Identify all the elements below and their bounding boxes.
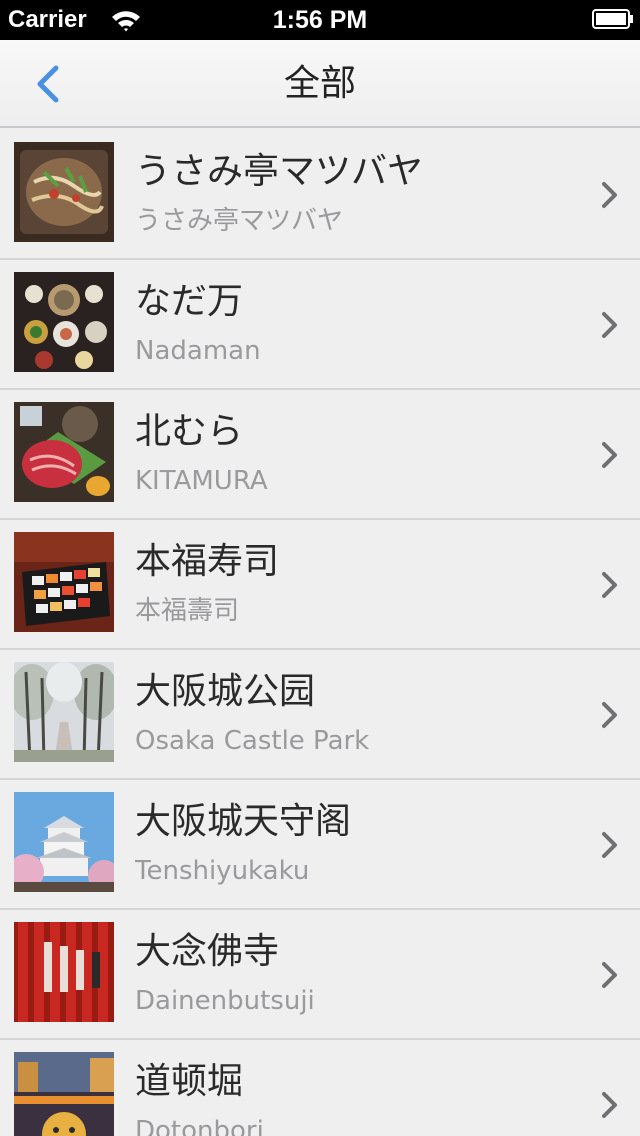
thumbnail-image: [14, 922, 114, 1022]
item-title: 本福寿司: [135, 541, 280, 582]
thumbnail-image: [14, 1052, 114, 1136]
item-title: 大念佛寺: [135, 931, 280, 972]
status-bar: Carrier 1:56 PM: [0, 0, 640, 40]
thumbnail-image: [14, 662, 114, 762]
list-item[interactable]: 大念佛寺 Dainenbutsuji: [0, 910, 640, 1040]
chevron-right-icon: [602, 832, 617, 858]
item-subtitle: Osaka Castle Park: [135, 726, 370, 756]
chevron-right-icon: [602, 312, 617, 338]
item-title: 大阪城天守阁: [135, 801, 352, 842]
list-item[interactable]: 北むら KITAMURA: [0, 390, 640, 520]
chevron-right-icon: [602, 702, 617, 728]
chevron-right-icon: [602, 442, 617, 468]
item-title: 道顿堀: [135, 1061, 244, 1102]
back-button[interactable]: [22, 58, 74, 110]
screen: Carrier 1:56 PM 全部 うさみ亭マツバヤ うさみ亭マツバヤ なだ万…: [0, 0, 640, 1136]
chevron-left-icon: [37, 65, 59, 103]
thumbnail-image: [14, 532, 114, 632]
status-time: 1:56 PM: [272, 6, 368, 34]
chevron-right-icon: [602, 962, 617, 988]
chevron-right-icon: [602, 572, 617, 598]
item-subtitle: Tenshiyukaku: [135, 856, 310, 886]
item-subtitle: KITAMURA: [135, 466, 268, 496]
item-subtitle: うさみ亭マツバヤ: [135, 206, 344, 236]
page-title: 全部: [283, 63, 356, 104]
navigation-bar: 全部: [0, 40, 640, 128]
thumbnail-image: [14, 142, 114, 242]
item-subtitle: Dainenbutsuji: [135, 986, 315, 1016]
list-item[interactable]: 道顿堀 Dotonbori: [0, 1040, 640, 1136]
list-item[interactable]: 大阪城天守阁 Tenshiyukaku: [0, 780, 640, 910]
list-item[interactable]: うさみ亭マツバヤ うさみ亭マツバヤ: [0, 130, 640, 260]
thumbnail-image: [14, 792, 114, 892]
chevron-right-icon: [602, 182, 617, 208]
list-item[interactable]: 本福寿司 本福壽司: [0, 520, 640, 650]
chevron-right-icon: [602, 1092, 617, 1118]
thumbnail-image: [14, 402, 114, 502]
item-subtitle: Dotonbori: [135, 1116, 264, 1136]
item-title: 大阪城公园: [135, 671, 316, 712]
item-title: うさみ亭マツバヤ: [135, 151, 424, 192]
item-subtitle: Nadaman: [135, 336, 261, 366]
battery-icon: [592, 9, 633, 29]
thumbnail-image: [14, 272, 114, 372]
item-title: なだ万: [135, 281, 244, 322]
item-subtitle: 本福壽司: [135, 596, 240, 626]
item-title: 北むら: [135, 411, 244, 452]
list-item[interactable]: 大阪城公园 Osaka Castle Park: [0, 650, 640, 780]
place-list: うさみ亭マツバヤ うさみ亭マツバヤ なだ万 Nadaman 北むら KITAMU…: [0, 130, 640, 1136]
list-item[interactable]: なだ万 Nadaman: [0, 260, 640, 390]
